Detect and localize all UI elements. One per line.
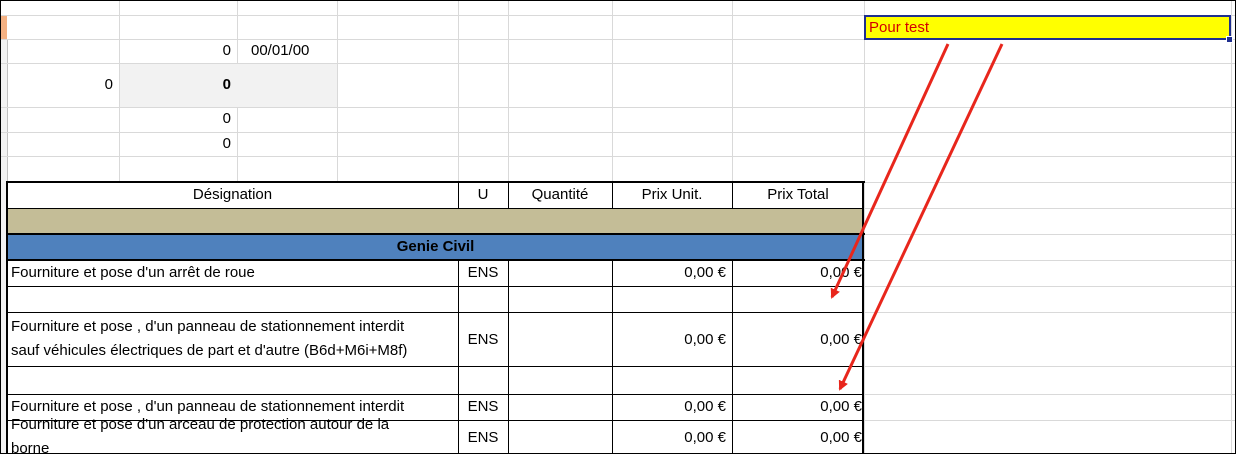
table-border-right	[862, 181, 864, 453]
header-unit[interactable]: U	[458, 185, 508, 207]
table-vline	[732, 260, 733, 453]
row4-designation-line2: borne	[11, 440, 50, 454]
table-vline	[458, 260, 459, 453]
table-hline	[7, 312, 864, 313]
table-vline	[458, 182, 459, 209]
row3-unit[interactable]: ENS	[458, 397, 508, 419]
row1-unit[interactable]: ENS	[458, 263, 508, 285]
row4-total-price[interactable]: 0,00 €	[732, 428, 864, 450]
row1-quantity[interactable]	[508, 263, 612, 285]
cell-r3-left[interactable]: 0	[7, 75, 119, 97]
row4-unit[interactable]: ENS	[458, 428, 508, 450]
row2-total-price[interactable]: 0,00 €	[732, 330, 864, 352]
row2-designation[interactable]: Fourniture et pose , d'un panneau de sta…	[7, 317, 458, 339]
cell-r2-date[interactable]: 00/01/00	[251, 41, 337, 63]
table-vline	[612, 182, 613, 209]
row1-designation[interactable]: Fourniture et pose d'un arrêt de roue	[7, 263, 458, 285]
table-hline	[7, 394, 864, 395]
row4-quantity[interactable]	[508, 428, 612, 450]
row1-total-price[interactable]: 0,00 €	[732, 263, 864, 285]
cell-r3-bold[interactable]: 0	[119, 75, 237, 97]
fill-handle[interactable]	[1226, 36, 1233, 43]
cell-r2-value[interactable]: 0	[119, 41, 237, 63]
table-vline	[508, 260, 509, 453]
table-vline	[612, 260, 613, 453]
row3-quantity[interactable]	[508, 397, 612, 419]
section-band	[7, 209, 864, 234]
table-border-top	[6, 181, 865, 183]
row4-designation[interactable]: Fourniture et pose d'un arceau de protec…	[7, 415, 458, 437]
section-title[interactable]: Genie Civil	[7, 237, 864, 259]
table-hline	[7, 366, 864, 367]
cell-r4-value[interactable]: 0	[119, 109, 237, 131]
table-vline	[732, 182, 733, 209]
header-quantity[interactable]: Quantité	[508, 185, 612, 207]
row2-unit-price[interactable]: 0,00 €	[612, 330, 732, 352]
row3-unit-price[interactable]: 0,00 €	[612, 397, 732, 419]
header-designation[interactable]: Désignation	[7, 185, 458, 207]
table-hline	[7, 208, 864, 209]
row2-designation-line2: sauf véhicules électriques de part et d'…	[11, 342, 408, 359]
table-vline	[508, 182, 509, 209]
cell-r5-value[interactable]: 0	[119, 134, 237, 156]
section-border-bottom	[6, 259, 865, 261]
table-hline	[7, 286, 864, 287]
row3-total-price[interactable]: 0,00 €	[732, 397, 864, 419]
section-border-top	[6, 233, 865, 235]
table-hline	[7, 420, 864, 421]
header-unit-price[interactable]: Prix Unit.	[612, 185, 732, 207]
row1-unit-price[interactable]: 0,00 €	[612, 263, 732, 285]
row-header-active[interactable]	[1, 15, 7, 39]
header-total-price[interactable]: Prix Total	[732, 185, 864, 207]
row2-quantity[interactable]	[508, 330, 612, 352]
row2-unit[interactable]: ENS	[458, 330, 508, 352]
row4-unit-price[interactable]: 0,00 €	[612, 428, 732, 450]
table-border-left	[6, 181, 8, 453]
selected-cell-pour-test[interactable]: Pour test	[864, 15, 1231, 40]
spreadsheet-window: 0 00/01/00 0 0 0 0 Désignation U Quantit…	[0, 0, 1236, 454]
